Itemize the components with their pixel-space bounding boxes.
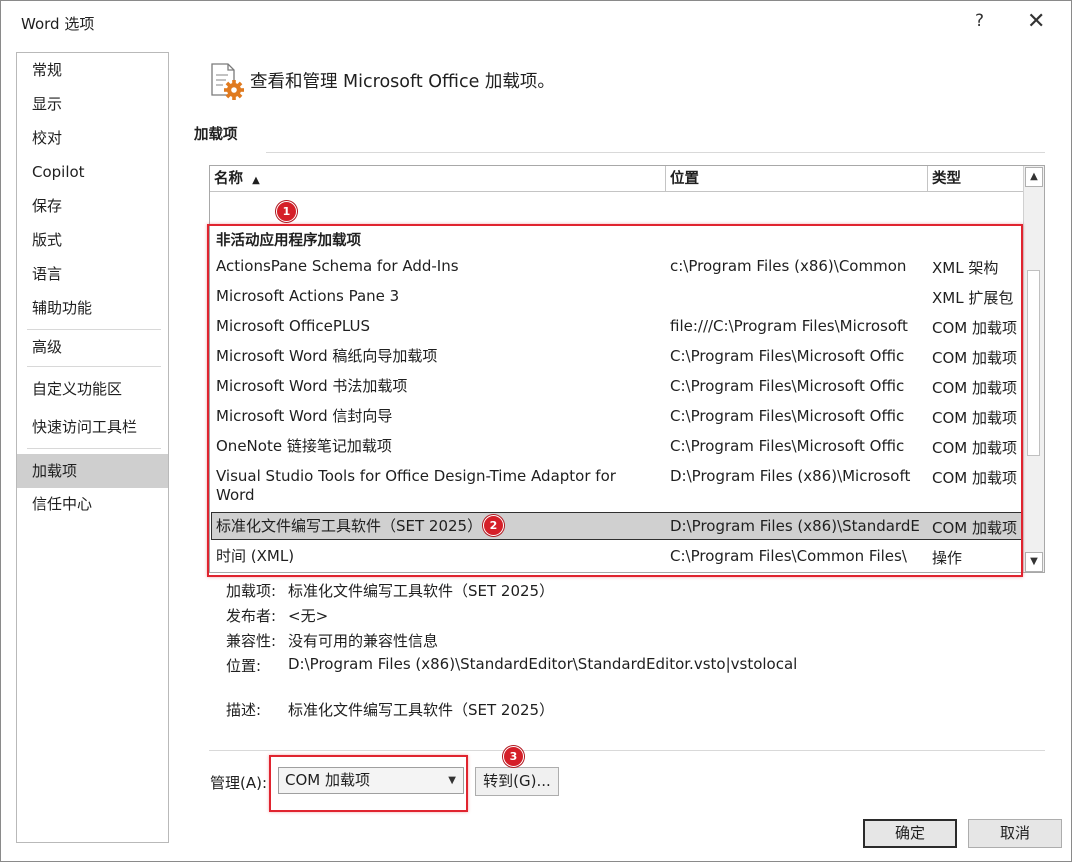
highlight-box-manage [269,755,468,812]
highlight-box-inactive-addins [207,224,1023,577]
annotation-badge-1: 1 [276,201,297,222]
detail-compatibility-label: 兼容性: [226,632,277,650]
addins-settings-icon [209,61,247,101]
column-header-name[interactable]: 名称 ▲ [210,166,666,192]
sidebar-item-general[interactable]: 常规 [17,54,168,86]
detail-addin-label: 加载项: [226,582,277,600]
sidebar-item-advanced[interactable]: 高级 [17,331,168,363]
sidebar-item-addins[interactable]: 加载项 [17,454,168,488]
detail-compatibility-value: 没有可用的兼容性信息 [288,632,439,650]
sidebar-divider [27,329,161,330]
annotation-badge-2: 2 [483,515,504,536]
options-sidebar: 常规 显示 校对 Copilot 保存 版式 语言 辅助功能 高级 自定义功能区… [16,52,169,843]
cancel-button[interactable]: 取消 [968,819,1062,848]
sidebar-item-save[interactable]: 保存 [17,190,168,222]
word-options-dialog: Word 选项 ? ✕ 常规 显示 校对 Copilot 保存 版式 语言 辅助… [0,0,1072,862]
sidebar-item-trust-center[interactable]: 信任中心 [17,488,168,520]
detail-location-value: D:\Program Files (x86)\StandardEditor\St… [288,655,798,673]
page-heading: 查看和管理 Microsoft Office 加载项。 [250,72,555,92]
sidebar-item-display[interactable]: 显示 [17,88,168,120]
close-button[interactable]: ✕ [1027,9,1045,34]
sidebar-item-copilot[interactable]: Copilot [17,156,168,188]
detail-publisher-value: <无> [288,607,329,625]
sort-ascending-icon: ▲ [252,175,260,186]
section-divider [266,152,1045,153]
window-title: Word 选项 [21,15,95,33]
annotation-badge-3: 3 [503,746,524,767]
bottom-divider [209,750,1045,751]
scroll-up-arrow-icon[interactable]: ▲ [1025,167,1043,187]
go-button[interactable]: 转到(G)... [475,767,559,796]
ok-button[interactable]: 确定 [863,819,957,848]
detail-addin: 加载项: 标准化文件编写工具软件（SET 2025） [1,580,1001,600]
list-scrollbar[interactable]: ▲ ▼ [1023,166,1044,572]
scroll-down-arrow-icon[interactable]: ▼ [1025,552,1043,572]
scroll-thumb[interactable] [1027,270,1040,456]
help-button[interactable]: ? [975,11,984,31]
sidebar-divider [27,448,161,449]
title-bar: Word 选项 ? ✕ [1,1,1071,45]
detail-compatibility: 兼容性: 没有可用的兼容性信息 [1,630,1001,650]
sidebar-divider [27,366,161,367]
detail-location: 位置: D:\Program Files (x86)\StandardEdito… [1,655,1001,675]
column-header-name-label: 名称 [214,171,243,187]
detail-addin-value: 标准化文件编写工具软件（SET 2025） [288,582,555,600]
sidebar-item-layout[interactable]: 版式 [17,224,168,256]
sidebar-item-proofing[interactable]: 校对 [17,122,168,154]
sidebar-item-language[interactable]: 语言 [17,258,168,290]
detail-publisher-label: 发布者: [226,607,277,625]
detail-description-value: 标准化文件编写工具软件（SET 2025） [288,701,555,719]
detail-description-label: 描述: [226,701,262,719]
sidebar-item-quick-access-toolbar[interactable]: 快速访问工具栏 [17,411,168,443]
sidebar-item-accessibility[interactable]: 辅助功能 [17,292,168,324]
column-header-type[interactable]: 类型 [928,166,1024,192]
detail-publisher: 发布者: <无> [1,605,1001,625]
manage-label: 管理(A): [210,774,268,792]
section-label-addins: 加载项 [194,127,238,143]
column-header-location[interactable]: 位置 [666,166,928,192]
detail-location-label: 位置: [226,657,262,675]
detail-description: 描述: 标准化文件编写工具软件（SET 2025） [1,699,1001,719]
sidebar-item-customize-ribbon[interactable]: 自定义功能区 [17,373,168,405]
